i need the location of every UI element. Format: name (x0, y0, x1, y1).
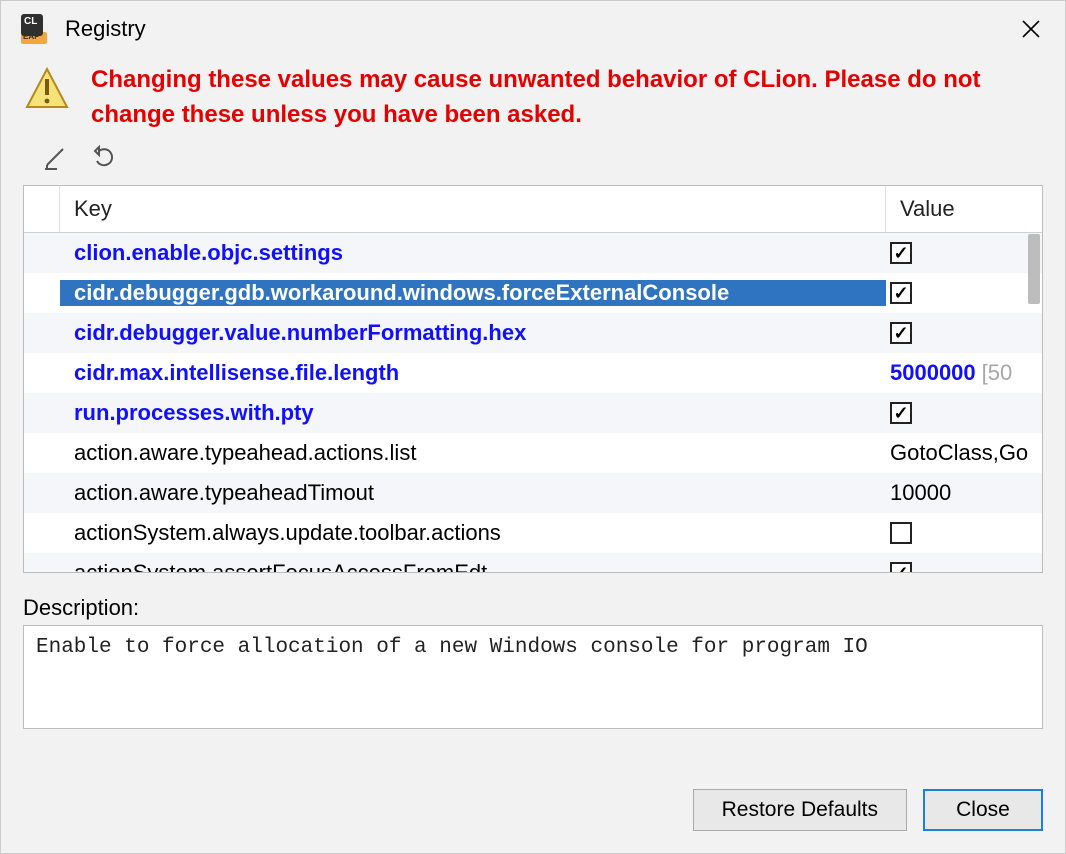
dialog-title: Registry (65, 16, 146, 42)
checkbox[interactable] (890, 242, 912, 264)
checkbox[interactable] (890, 562, 912, 572)
value-text[interactable]: 5000000 (890, 360, 976, 386)
column-key-header[interactable]: Key (60, 186, 886, 232)
table-row[interactable]: action.aware.typeahead.actions.listGotoC… (24, 433, 1042, 473)
close-button[interactable]: Close (923, 789, 1043, 831)
value-text[interactable]: GotoClass,Go (890, 440, 1028, 466)
table-row[interactable]: action.aware.typeaheadTimout10000 (24, 473, 1042, 513)
table-row[interactable]: cidr.debugger.gdb.workaround.windows.for… (24, 273, 1042, 313)
mini-toolbar (1, 139, 1065, 181)
dialog-buttons: Restore Defaults Close (1, 771, 1065, 853)
registry-value-cell[interactable] (886, 522, 1042, 544)
registry-dialog: Registry Changing these values may cause… (0, 0, 1066, 854)
registry-value-cell[interactable]: 5000000[50 (886, 360, 1042, 386)
registry-value-cell[interactable] (886, 242, 1042, 264)
table-row[interactable]: clion.enable.objc.settings (24, 233, 1042, 273)
registry-key-cell[interactable]: cidr.max.intellisense.file.length (60, 360, 886, 386)
warning-icon (25, 67, 69, 111)
registry-key-cell[interactable]: action.aware.typeaheadTimout (60, 480, 886, 506)
registry-value-cell[interactable] (886, 562, 1042, 572)
table-row[interactable]: cidr.debugger.value.numberFormatting.hex (24, 313, 1042, 353)
checkbox[interactable] (890, 402, 912, 424)
restore-defaults-button[interactable]: Restore Defaults (693, 789, 907, 831)
registry-table: Key Value clion.enable.objc.settings cidr… (23, 185, 1043, 573)
default-hint: [50 (982, 360, 1013, 386)
registry-key-cell[interactable]: cidr.debugger.gdb.workaround.windows.for… (60, 280, 886, 306)
registry-key-cell[interactable]: action.aware.typeahead.actions.list (60, 440, 886, 466)
table-row[interactable]: actionSystem.always.update.toolbar.actio… (24, 513, 1042, 553)
checkbox[interactable] (890, 282, 912, 304)
registry-value-cell[interactable] (886, 402, 1042, 424)
warning-text: Changing these values may cause unwanted… (91, 63, 1041, 133)
registry-value-cell[interactable] (886, 282, 1042, 304)
edit-button[interactable] (41, 143, 71, 173)
clion-app-icon (21, 14, 51, 44)
checkbox[interactable] (890, 322, 912, 344)
table-header: Key Value (24, 186, 1042, 233)
table-row[interactable]: cidr.max.intellisense.file.length5000000… (24, 353, 1042, 393)
table-body: clion.enable.objc.settings cidr.debugger.… (24, 233, 1042, 572)
value-text[interactable]: 10000 (890, 480, 951, 506)
scrollbar-thumb[interactable] (1028, 234, 1040, 304)
registry-key-cell[interactable]: run.processes.with.pty (60, 400, 886, 426)
revert-button[interactable] (91, 143, 121, 173)
titlebar: Registry (1, 1, 1065, 53)
registry-value-cell[interactable] (886, 322, 1042, 344)
warning-banner: Changing these values may cause unwanted… (1, 53, 1065, 139)
table-row[interactable]: run.processes.with.pty (24, 393, 1042, 433)
registry-value-cell[interactable]: GotoClass,Go (886, 440, 1042, 466)
scrollbar[interactable] (1028, 234, 1040, 570)
column-value-header[interactable]: Value (886, 186, 1042, 232)
description-label: Description: (23, 595, 1043, 621)
close-icon[interactable] (1011, 9, 1051, 49)
table-row[interactable]: actionSystem.assertFocusAccessFromEdt (24, 553, 1042, 572)
registry-key-cell[interactable]: cidr.debugger.value.numberFormatting.hex (60, 320, 886, 346)
registry-value-cell[interactable]: 10000 (886, 480, 1042, 506)
checkbox[interactable] (890, 522, 912, 544)
description-box: Enable to force allocation of a new Wind… (23, 625, 1043, 729)
registry-key-cell[interactable]: actionSystem.assertFocusAccessFromEdt (60, 560, 886, 572)
registry-key-cell[interactable]: clion.enable.objc.settings (60, 240, 886, 266)
registry-key-cell[interactable]: actionSystem.always.update.toolbar.actio… (60, 520, 886, 546)
